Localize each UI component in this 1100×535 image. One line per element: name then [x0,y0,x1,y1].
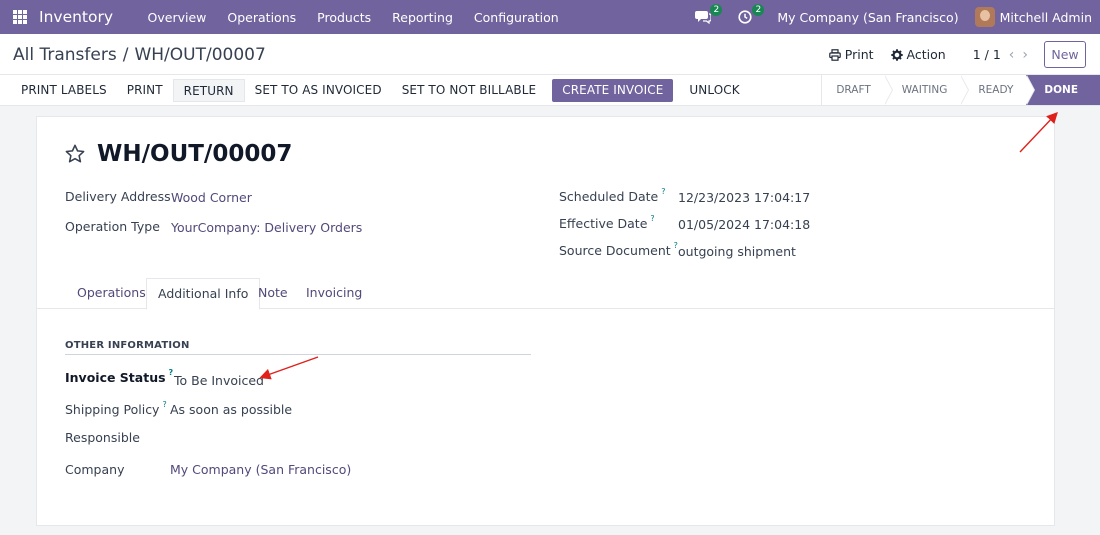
create-invoice-button[interactable]: CREATE INVOICE [552,79,674,102]
source-document-label-text: Source Document [559,243,671,258]
operation-type-label: Operation Type [65,219,160,234]
tab-invoicing[interactable]: Invoicing [306,278,362,309]
breadcrumb: All Transfers / WH/OUT/00007 [13,45,266,65]
stage-ready[interactable]: READY [960,75,1036,105]
pager-value[interactable]: 1 / 1 [973,47,1001,62]
chevron-right-icon[interactable]: › [1022,47,1028,63]
chevron-left-icon[interactable]: ‹ [1009,47,1015,63]
shipping-policy-label-text: Shipping Policy [65,402,160,417]
source-document-value[interactable]: outgoing shipment [678,244,796,259]
print-labels-button[interactable]: PRINT LABELS [11,79,117,102]
menu-reporting[interactable]: Reporting [382,10,464,25]
section-title: OTHER INFORMATION [65,340,190,351]
messages-count-badge: 2 [710,4,723,16]
stage-done[interactable]: DONE [1026,75,1100,105]
set-not-billable-button[interactable]: SET TO NOT BILLABLE [392,79,547,102]
section-divider [65,354,531,355]
unlock-button[interactable]: UNLOCK [679,79,749,102]
stage-draft[interactable]: DRAFT [821,75,894,105]
notebook-tabs: Operations Additional Info Note Invoicin… [37,278,1054,310]
set-as-invoiced-button[interactable]: SET TO AS INVOICED [245,79,392,102]
invoice-status-value: To Be Invoiced [174,373,264,388]
print-label: Print [844,47,874,62]
stage-waiting[interactable]: WAITING [883,75,969,105]
scheduled-date-value[interactable]: 12/23/2023 17:04:17 [678,190,810,205]
gear-icon [890,48,903,61]
top-navbar: Inventory Overview Operations Products R… [0,0,1100,34]
help-icon[interactable]: ? [162,400,166,409]
invoice-status-label-text: Invoice Status [65,370,166,385]
shipping-policy-label: Shipping Policy? [65,400,167,417]
help-icon[interactable]: ? [169,368,174,377]
help-icon[interactable]: ? [650,214,654,223]
breadcrumb-current: WH/OUT/00007 [134,45,266,65]
record-title: WH/OUT/00007 [97,141,293,167]
menu-operations[interactable]: Operations [217,10,307,25]
avatar[interactable] [974,7,995,27]
main-menu: Overview Operations Products Reporting C… [137,10,569,25]
help-icon[interactable]: ? [661,187,665,196]
tab-note[interactable]: Note [258,278,288,309]
menu-products[interactable]: Products [307,10,382,25]
menu-configuration[interactable]: Configuration [463,10,569,25]
stage-pipeline: DRAFT WAITING READY DONE [821,75,1100,105]
status-bar: PRINT LABELS PRINT RETURN SET TO AS INVO… [0,75,1100,106]
form-sheet: WH/OUT/00007 Delivery Address Wood Corne… [36,116,1055,526]
chat-icon [695,11,712,24]
delivery-address-label: Delivery Address [65,189,171,204]
activities-button[interactable]: 2 [735,4,765,27]
delivery-address-value[interactable]: Wood Corner [171,190,252,205]
effective-date-value: 01/05/2024 17:04:18 [678,217,811,232]
tab-additional-info[interactable]: Additional Info [146,278,261,310]
breadcrumb-all-transfers[interactable]: All Transfers [13,45,117,65]
control-panel: All Transfers / WH/OUT/00007 Print Actio… [0,34,1100,75]
company-switcher[interactable]: My Company (San Francisco) [777,10,958,25]
action-label: Action [906,47,946,62]
return-button[interactable]: RETURN [172,79,245,102]
breadcrumb-separator: / [122,45,129,65]
app-name[interactable]: Inventory [39,8,113,26]
messages-button[interactable]: 2 [693,4,723,27]
company-label: Company [65,462,125,477]
activities-count-badge: 2 [752,4,765,16]
action-button[interactable]: Action [890,47,946,62]
print-button[interactable]: Print [828,47,874,62]
star-icon[interactable] [64,143,86,165]
operation-type-value[interactable]: YourCompany: Delivery Orders [171,220,362,235]
invoice-status-label: Invoice Status? [65,368,174,385]
menu-overview[interactable]: Overview [137,10,217,25]
effective-date-label-text: Effective Date [559,216,648,231]
new-button[interactable]: New [1044,41,1086,68]
apps-grid-icon[interactable] [13,10,27,24]
shipping-policy-value[interactable]: As soon as possible [170,402,292,417]
scheduled-date-label-text: Scheduled Date [559,189,659,204]
company-value[interactable]: My Company (San Francisco) [170,462,351,477]
printer-icon [828,48,841,61]
scheduled-date-label: Scheduled Date? [559,187,665,204]
clock-icon [738,10,752,24]
tab-operations[interactable]: Operations [77,278,146,309]
user-menu[interactable]: Mitchell Admin [1000,10,1092,25]
print-report-button[interactable]: PRINT [117,79,173,102]
effective-date-label: Effective Date? [559,214,655,231]
source-document-label: Source Document? [559,241,678,258]
responsible-label: Responsible [65,430,140,445]
